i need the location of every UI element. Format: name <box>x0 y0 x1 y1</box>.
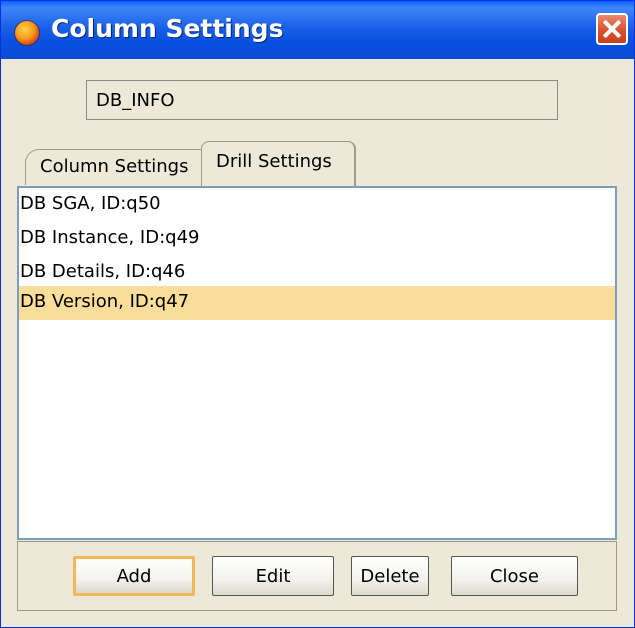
edit-button[interactable]: Edit <box>212 556 334 596</box>
close-button[interactable]: Close <box>451 556 578 596</box>
list-item[interactable]: DB Instance, ID:q49 <box>19 222 615 256</box>
tab-label: Drill Settings <box>216 151 332 172</box>
dialog-window: Column Settings DB_INFO Column Settings … <box>0 0 635 628</box>
list-item[interactable]: DB Details, ID:q46 <box>19 256 615 290</box>
tab-label: Column Settings <box>40 156 189 177</box>
list-item[interactable]: DB SGA, ID:q50 <box>19 188 615 222</box>
window-title: Column Settings <box>51 14 284 43</box>
app-icon <box>15 21 39 45</box>
tab-drill-settings[interactable]: Drill Settings <box>201 141 356 187</box>
list-item-selected[interactable]: DB Version, ID:q47 <box>19 286 615 320</box>
close-icon[interactable] <box>596 13 628 45</box>
add-button[interactable]: Add <box>73 556 195 596</box>
tab-column-settings[interactable]: Column Settings <box>25 149 208 185</box>
delete-button[interactable]: Delete <box>351 556 429 596</box>
name-field: DB_INFO <box>86 80 558 120</box>
drill-list[interactable]: DB SGA, ID:q50 DB Instance, ID:q49 DB De… <box>17 186 617 540</box>
title-bar[interactable]: Column Settings <box>1 1 634 59</box>
